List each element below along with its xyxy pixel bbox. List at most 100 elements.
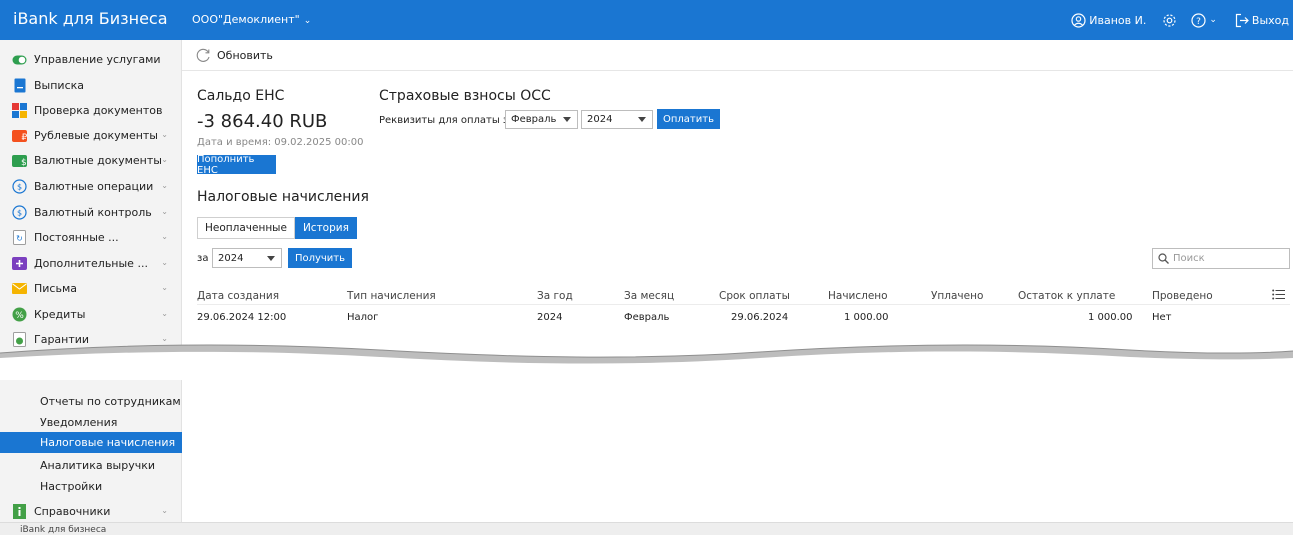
sidebar-item-currency-operations[interactable]: $ Валютные операции ⌄ [0,174,182,199]
chevron-down-icon: ⌄ [161,155,168,164]
org-name: ООО"Демоклиент" [192,13,300,26]
sidebar-item-additional[interactable]: Дополнительные ... ⌄ [0,251,182,276]
sidebar-subitem-label: Налоговые начисления [40,436,176,449]
sidebar-item-label: Валютный контроль [34,206,152,219]
ens-title: Сальдо ЕНС [197,88,285,104]
sidebar-item-currency-docs[interactable]: $ Валютные документы ⌄ [0,148,182,173]
sidebar-item-label: Валютные операции [34,180,154,193]
grid-check-icon [12,103,27,118]
top-bar: iBank для Бизнеса ООО"Демоклиент" ⌄ Ивано… [0,0,1293,40]
sidebar-item-services[interactable]: Управление услугами [0,47,182,72]
sidebar-item-statement[interactable]: Выписка [0,73,182,98]
refresh-icon [196,48,210,62]
column-header-year[interactable]: За год [537,290,573,302]
gear-icon [1163,13,1176,27]
oss-title: Страховые взносы ОСС [379,88,551,104]
document-icon [12,78,27,93]
cell-month: Февраль [624,312,670,323]
recurring-icon: ↻ [12,230,27,245]
sidebar-item-label: Дополнительные ... [34,257,148,270]
sidebar: Управление услугами Выписка Проверка док… [0,40,182,522]
chevron-down-icon: ⌄ [161,283,168,292]
svg-text:%: % [15,311,24,321]
torn-edge-separator [0,344,1293,380]
caret-down-icon [638,117,646,122]
topup-ens-button[interactable]: Пополнить ЕНС [197,154,276,176]
cell-due-date: 29.06.2024 [731,312,789,323]
user-menu[interactable]: Иванов И. [1071,12,1147,28]
get-button[interactable]: Получить [288,248,352,268]
period-label: за [197,253,209,264]
tab-unpaid[interactable]: Неоплаченные [197,217,295,239]
tax-year-select[interactable]: 2024 [212,248,282,268]
column-settings-button[interactable] [1272,289,1285,303]
toggle-icon [12,52,27,67]
caret-down-icon [267,256,275,261]
currency-control-icon: $ [12,205,27,220]
search-input[interactable]: Поиск [1152,248,1290,269]
top-bar-right: Иванов И. ? ⌄ Выход [1071,0,1289,40]
search-placeholder: Поиск [1173,253,1205,264]
sidebar-subitem-label: Аналитика выручки [40,459,156,472]
chevron-down-icon: ⌄ [161,232,168,241]
sidebar-subitem-revenue-analytics[interactable]: Аналитика выручки [0,455,182,476]
column-header-remaining[interactable]: Остаток к уплате [1018,290,1115,302]
column-header-month[interactable]: За месяц [624,290,674,302]
svg-text:$: $ [17,209,22,218]
sidebar-item-label: Проверка документов [34,104,163,117]
column-header-type[interactable]: Тип начисления [347,290,436,302]
help-button[interactable]: ? ⌄ [1191,12,1217,28]
pay-button[interactable]: Оплатить [657,109,720,129]
sidebar-subitem-label: Отчеты по сотрудникам [40,395,181,408]
svg-text:₽: ₽ [22,133,28,142]
column-header-accrued[interactable]: Начислено [828,290,888,302]
sidebar-item-directories[interactable]: Справочники ⌄ [0,499,182,524]
sidebar-item-credits[interactable]: % Кредиты ⌄ [0,302,182,327]
user-name: Иванов И. [1089,13,1147,27]
help-icon: ? [1191,12,1206,28]
ens-amount: -3 864.40 RUB [197,111,328,132]
column-header-created[interactable]: Дата создания [197,290,279,302]
refresh-button[interactable]: Обновить [196,48,273,63]
sidebar-subitem-tax-accruals[interactable]: Налоговые начисления [0,432,182,453]
oss-year-select[interactable]: 2024 [581,110,653,129]
cell-posted: Нет [1152,312,1172,323]
sidebar-item-label: Управление услугами [34,53,161,66]
sidebar-item-currency-control[interactable]: $ Валютный контроль ⌄ [0,200,182,225]
svg-text:$: $ [21,158,27,167]
sidebar-item-recurring[interactable]: ↻ Постоянные ... ⌄ [0,225,182,250]
settings-button[interactable] [1162,13,1177,28]
svg-text:$: $ [17,183,22,192]
sidebar-subitem-notifications[interactable]: Уведомления [0,412,182,433]
logout-icon [1235,13,1249,27]
logout-button[interactable]: Выход [1235,13,1289,28]
envelope-icon [12,281,27,296]
sidebar-item-label: Рублевые документы [34,129,158,142]
org-selector[interactable]: ООО"Демоклиент" ⌄ [192,13,311,26]
oss-month-select[interactable]: Февраль [505,110,578,129]
sidebar-subitem-label: Настройки [40,480,103,493]
chevron-down-icon: ⌄ [161,181,168,190]
sidebar-item-doc-check[interactable]: Проверка документов [0,98,182,123]
brand-title[interactable]: iBank для Бизнеса [13,9,168,28]
chevron-down-icon: ⌄ [1209,15,1217,25]
search-icon [1158,253,1169,264]
cell-year: 2024 [537,312,563,323]
column-header-paid[interactable]: Уплачено [931,290,983,302]
sidebar-item-letters[interactable]: Письма ⌄ [0,276,182,301]
column-header-posted[interactable]: Проведено [1152,290,1213,302]
sidebar-subitem-label: Уведомления [40,416,118,429]
sidebar-item-label: Письма [34,282,77,295]
table-header-divider [197,304,1290,305]
sidebar-item-ruble-docs[interactable]: ₽ Рублевые документы ⌄ [0,123,182,148]
footer-text: iBank для бизнеса [20,525,107,535]
cell-accrued: 1 000.00 [844,312,889,323]
main-toolbar: Обновить [182,40,1293,71]
sidebar-item-label: Выписка [34,79,85,92]
tax-tabs: Неоплаченные История [197,217,357,239]
sidebar-subitem-settings[interactable]: Настройки [0,476,182,497]
column-header-due-date[interactable]: Срок оплаты [719,290,790,302]
tab-history[interactable]: История [294,217,357,239]
footer: iBank для бизнеса [0,522,1293,535]
sidebar-subitem-employee-reports[interactable]: Отчеты по сотрудникам [0,391,182,412]
